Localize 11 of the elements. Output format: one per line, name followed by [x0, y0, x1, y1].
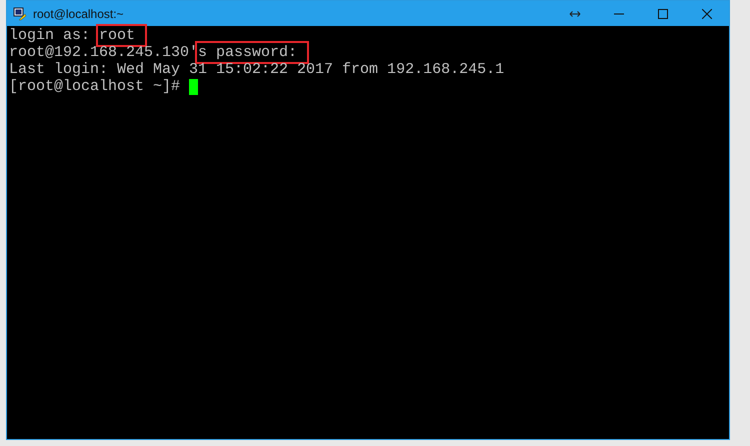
- terminal-text: login as:: [9, 27, 92, 44]
- window-title: root@localhost:~: [33, 6, 124, 22]
- highlighted-text: s password:: [197, 43, 308, 62]
- close-icon: [702, 8, 712, 18]
- terminal-text: Last login: Wed May 31 15:02:22 2017 from 192.168.245.1: [9, 61, 504, 78]
- resize-icon: [569, 10, 581, 18]
- terminal-app-icon: [13, 6, 27, 20]
- maximize-icon: [658, 8, 668, 18]
- highlighted-text: root: [98, 26, 146, 45]
- terminal-text: root@192.168.245.130': [9, 44, 198, 61]
- terminal-text: [root@localhost ~]#: [9, 78, 182, 95]
